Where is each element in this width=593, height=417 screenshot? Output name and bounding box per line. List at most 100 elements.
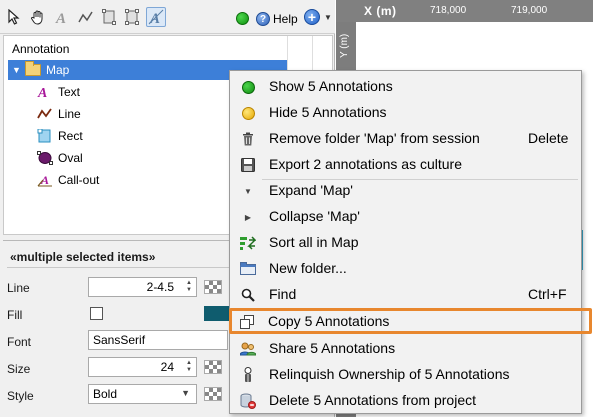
menu-item-new-folder[interactable]: New folder... [231,256,580,282]
menu-item-sort[interactable]: Sort all in Map [231,230,580,256]
font-input[interactable]: SansSerif [88,330,228,350]
line-label: Line [7,281,30,295]
annotation-toolbar: A A ? Help + ▼ [0,0,335,34]
tree-item-label: Rect [58,129,83,143]
style-swatch[interactable] [204,387,222,401]
status-green-icon[interactable] [236,12,249,25]
tree-item-rect[interactable]: Rect [37,126,83,146]
fill-label: Fill [7,308,23,322]
oval-annotation-icon [37,151,53,165]
share-icon [240,341,256,357]
font-value: SansSerif [93,333,146,347]
menu-item-export-culture[interactable]: Export 2 annotations as culture [231,152,580,178]
size-label: Size [7,362,31,376]
svg-text:A: A [40,173,49,187]
style-label: Style [7,389,34,403]
tree-item-text[interactable]: A Text [37,82,80,102]
context-menu: Show 5 Annotations Hide 5 Annotations Re… [229,70,592,414]
style-value: Bold [93,387,118,401]
menu-item-label: Find [269,286,297,302]
tree-folder-label: Map [46,63,70,77]
menu-item-label: Collapse 'Map' [269,208,360,224]
menu-item-label: Copy 5 Annotations [268,313,390,329]
line-width-input[interactable]: 2-4.5 ▲ ▼ [88,277,197,297]
new-folder-icon [240,261,256,277]
menu-item-expand[interactable]: ▼ Expand 'Map' [231,178,580,204]
select-tool-icon[interactable] [4,7,24,27]
trash-icon [240,131,256,147]
tree-item-label: Text [58,85,81,99]
x-axis-label: X (m) [364,4,397,18]
annotation-tool-icon[interactable]: A [146,7,166,27]
folder-icon [25,61,41,76]
menu-item-shortcut: Delete [528,130,569,146]
x-axis-tick: 719,000 [511,5,548,16]
style-select[interactable]: Bold ▼ [88,384,197,404]
line-color-swatch[interactable] [204,280,222,294]
fill-checkbox[interactable] [90,307,103,320]
menu-item-relinquish[interactable]: Relinquish Ownership of 5 Annotations [231,362,580,388]
callout-annotation-icon: A [37,173,52,187]
collapse-icon: ▶ [244,212,252,222]
fill-color-swatch[interactable] [204,306,230,321]
menu-item-label: Delete 5 Annotations from project [269,392,477,408]
menu-item-hide-annotations[interactable]: Hide 5 Annotations [231,100,580,126]
chevron-down-icon[interactable]: ▼ [12,65,21,75]
save-icon [240,157,256,173]
chevron-down-icon[interactable]: ▼ [324,13,332,22]
help-button[interactable]: ? Help [256,9,298,29]
menu-item-label: Relinquish Ownership of 5 Annotations [269,366,510,382]
size-swatch[interactable] [204,360,222,374]
tree-item-line[interactable]: Line [37,104,81,124]
menu-item-copy-annotations[interactable]: Copy 5 Annotations [229,308,592,334]
help-icon: ? [256,12,270,26]
magnifier-icon [240,287,256,303]
text-tool-icon[interactable]: A [52,7,72,27]
menu-item-label: Hide 5 Annotations [269,104,387,120]
tree-item-label: Oval [58,151,83,165]
line-tool-icon[interactable] [76,7,96,27]
spinner-icon[interactable]: ▲ ▼ [184,280,194,294]
menu-item-delete-annotations[interactable]: Delete 5 Annotations from project [231,388,580,414]
tree-item-label: Call-out [58,173,100,187]
x-axis-tick: 718,000 [430,5,467,16]
relinquish-icon [240,367,256,383]
menu-item-show-annotations[interactable]: Show 5 Annotations [231,74,580,100]
spinner-icon[interactable]: ▲ ▼ [184,360,194,374]
x-axis-bar: X (m) 718,000 719,000 [336,0,593,22]
menu-item-shortcut: Ctrl+F [528,286,567,302]
menu-item-label: Sort all in Map [269,234,359,250]
menu-item-label: Expand 'Map' [269,182,353,198]
svg-text:A: A [55,11,66,25]
tree-item-callout[interactable]: A Call-out [37,170,99,190]
copy-icon [239,314,255,330]
oval-tool-icon[interactable] [122,7,142,27]
delete-db-icon [240,393,256,409]
properties-title: «multiple selected items» [10,250,156,264]
tree-item-label: Line [58,107,81,121]
rect-tool-icon[interactable] [99,7,119,27]
tree-header: Annotation [12,42,70,56]
yellow-dot-icon [240,105,256,121]
font-label: Font [7,335,32,349]
menu-item-collapse[interactable]: ▶ Collapse 'Map' [231,204,580,230]
tree-item-oval[interactable]: Oval [37,148,83,168]
add-icon[interactable]: + [304,9,320,25]
y-axis-label: Y (m) [339,33,350,58]
menu-item-remove-folder[interactable]: Remove folder 'Map' from session Delete [231,126,580,152]
line-width-value: 2-4.5 [146,280,174,294]
size-value: 24 [160,360,174,374]
menu-item-find[interactable]: Find Ctrl+F [231,282,580,308]
text-annotation-icon: A [37,86,47,99]
green-dot-icon [240,79,256,95]
rect-annotation-icon [37,129,51,143]
menu-item-label: Share 5 Annotations [269,340,396,356]
svg-text:A: A [37,86,47,99]
pan-hand-icon[interactable] [28,7,48,27]
help-label: Help [273,12,298,26]
menu-item-share[interactable]: Share 5 Annotations [231,336,580,362]
menu-item-label: Remove folder 'Map' from session [269,130,480,146]
size-input[interactable]: 24 ▲ ▼ [88,357,197,377]
menu-item-label: Export 2 annotations as culture [269,156,463,172]
sort-icon [240,235,256,251]
